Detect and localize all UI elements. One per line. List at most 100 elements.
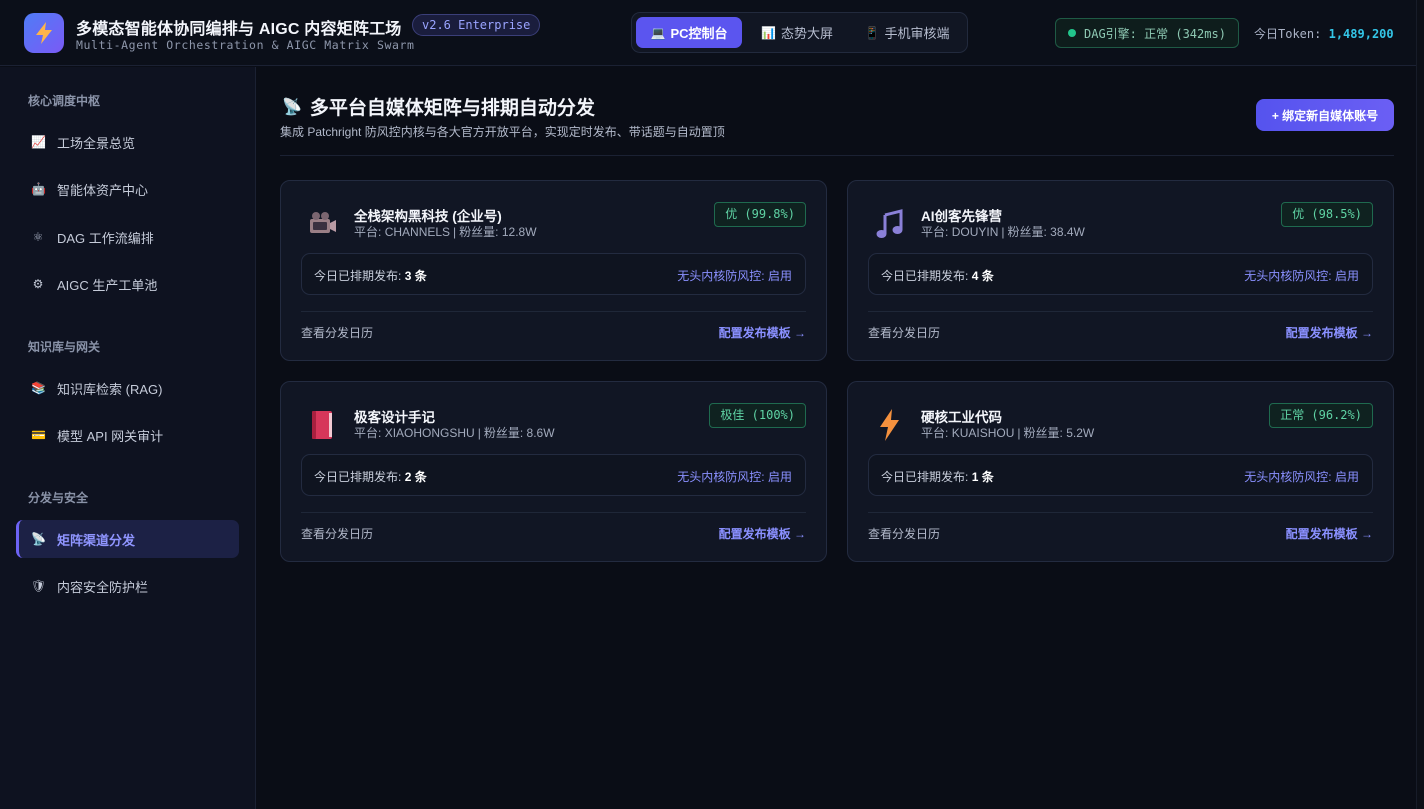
sidebar-item-rag[interactable]: 📚 知识库检索 (RAG) [16,369,239,407]
divider [301,512,806,513]
sidebar-item-label: DAG 工作流编排 [57,230,154,246]
platform-label: 平台: [921,225,949,239]
chart-icon: 📊 [761,25,776,40]
sidebar-item-label: AIGC 生产工单池 [57,277,158,293]
top-header: 多模态智能体协同编排与 AIGC 内容矩阵工场 Multi-Agent Orch… [0,0,1416,66]
health-badge: 优 (98.5%) [1281,202,1373,227]
tab-label: 态势大屏 [780,26,833,41]
satellite-dish-icon: 📡 [31,532,46,546]
card-icon: 💳 [31,428,46,442]
config-template-link[interactable]: 配置发布模板 → [719,324,806,341]
schedule-count: 4 条 [971,269,994,283]
lightning-icon [36,22,52,44]
schedule-label: 今日已排期发布: [314,470,402,484]
sidebar-item-aigc-orders[interactable]: ⚙ AIGC 生产工单池 [16,265,239,303]
page-subtitle: 集成 Patchright 防风控内核与各大官方开放平台，实现定时发布、带话题与… [280,125,725,139]
music-note-icon [870,205,908,243]
atom-icon: ⚛ [32,230,44,244]
schedule-label: 今日已排期发布: [881,269,969,283]
risk-label: 无头内核防风控: [1244,470,1332,484]
shield-icon: 🛡 [31,579,47,593]
tab-dashboard[interactable]: 📊 态势大屏 [750,17,844,48]
schedule-box: 今日已排期发布: 2 条 无头内核防风控: 启用 [301,454,806,496]
account-card: AI创客先锋营 平台: DOUYIN | 粉丝量: 38.4W 优 (98.5%) … [847,180,1394,361]
fans-value: 8.6W [526,426,555,440]
schedule-label: 今日已排期发布: [881,470,969,484]
health-badge: 正常 (96.2%) [1269,403,1373,428]
fans-label: 粉丝量: [459,225,499,239]
sidebar-item-api-gateway[interactable]: 💳 模型 API 网关审计 [16,416,239,454]
sidebar-item-label: 智能体资产中心 [57,182,149,198]
sidebar-item-matrix-distribution[interactable]: 📡 矩阵渠道分发 [16,520,239,558]
platform-label: 平台: [354,426,382,440]
tab-mobile-review[interactable]: 📱 手机审核端 [854,17,960,48]
config-template-link[interactable]: 配置发布模板 → [1286,525,1373,542]
divider [868,512,1373,513]
sidebar-item-dag-workflow[interactable]: ⚛ DAG 工作流编排 [16,218,239,256]
risk-label: 无头内核防风控: [1244,269,1332,283]
books-icon: 📚 [31,381,46,395]
sidebar-item-overview[interactable]: 📈 工场全景总览 [16,123,239,161]
fans-value: 38.4W [1050,225,1085,239]
config-template-link[interactable]: 配置发布模板 → [1286,324,1373,341]
app-subtitle: Multi-Agent Orchestration & AIGC Matrix … [76,38,415,52]
account-card: 硬核工业代码 平台: KUAISHOU | 粉丝量: 5.2W 正常 (96.2%)… [847,381,1394,562]
sidebar-item-content-safety[interactable]: 🛡 内容安全防护栏 [16,567,239,605]
schedule-count: 1 条 [971,470,994,484]
view-calendar-link[interactable]: 查看分发日历 [301,324,373,341]
token-label: 今日Token: [1254,27,1322,41]
view-calendar-link[interactable]: 查看分发日历 [868,525,940,542]
divider [301,311,806,312]
risk-value: 启用 [767,470,792,484]
account-meta: 平台: DOUYIN | 粉丝量: 38.4W [921,225,1085,239]
fans-value: 5.2W [1066,426,1095,440]
bind-account-button[interactable]: + 绑定新自媒体账号 [1256,99,1394,131]
sidebar-item-label: 模型 API 网关审计 [57,428,164,444]
account-card: 全栈架构黑科技 (企业号) 平台: CHANNELS | 粉丝量: 12.8W 优 … [280,180,827,361]
fans-value: 12.8W [501,225,537,239]
sidebar-item-agents[interactable]: 🤖 智能体资产中心 [16,170,239,208]
token-value: 1,489,200 [1328,27,1394,41]
sidebar-item-label: 内容安全防护栏 [57,579,149,595]
platform-label: 平台: [354,225,382,239]
platform-value: DOUYIN [951,225,999,239]
risk-control-info: 无头内核防风控: 启用 [1244,267,1359,284]
sidebar-item-label: 矩阵渠道分发 [57,532,136,548]
app-logo[interactable] [24,13,64,53]
tab-pc-console[interactable]: 💻 PC控制台 [636,17,742,48]
page-title: 📡 多平台自媒体矩阵与排期自动分发 [282,93,595,120]
schedule-label: 今日已排期发布: [314,269,402,283]
tab-label: PC控制台 [670,26,728,41]
risk-value: 启用 [1334,470,1359,484]
risk-value: 启用 [767,269,792,283]
schedule-count: 3 条 [404,269,427,283]
divider [280,155,1394,156]
account-name: 极客设计手记 [354,410,435,425]
config-template-link[interactable]: 配置发布模板 → [719,525,806,542]
page-title-text: 多平台自媒体矩阵与排期自动分发 [309,98,595,119]
sidebar-group-title: 核心调度中枢 [28,94,101,108]
scrollbar[interactable] [1416,0,1424,809]
dag-engine-status: DAG引擎: 正常 (342ms) [1055,18,1239,48]
view-mode-switch: 💻 PC控制台 📊 态势大屏 📱 手机审核端 [631,12,968,53]
app-title: 多模态智能体协同编排与 AIGC 内容矩阵工场 [76,21,402,38]
schedule-info: 今日已排期发布: 4 条 [881,267,994,284]
satellite-dish-icon: 📡 [282,98,302,116]
platform-label: 平台: [921,426,949,440]
platform-value: KUAISHOU [951,426,1015,440]
robot-icon: 🤖 [31,182,46,196]
gear-icon: ⚙ [32,277,44,291]
health-badge: 极佳 (100%) [709,403,806,428]
account-name: 硬核工业代码 [921,410,1002,425]
engine-status-text: DAG引擎: 正常 (342ms) [1084,26,1226,41]
risk-control-info: 无头内核防风控: 启用 [677,267,792,284]
health-badge: 优 (99.8%) [714,202,806,227]
view-calendar-link[interactable]: 查看分发日历 [868,324,940,341]
platform-value: XIAOHONGSHU [384,426,475,440]
fans-label: 粉丝量: [1007,225,1047,239]
trend-chart-icon: 📈 [31,135,46,149]
view-calendar-link[interactable]: 查看分发日历 [301,525,373,542]
sidebar-group-title: 分发与安全 [28,491,89,505]
lightning-icon [870,406,908,444]
platform-value: CHANNELS [384,225,451,239]
